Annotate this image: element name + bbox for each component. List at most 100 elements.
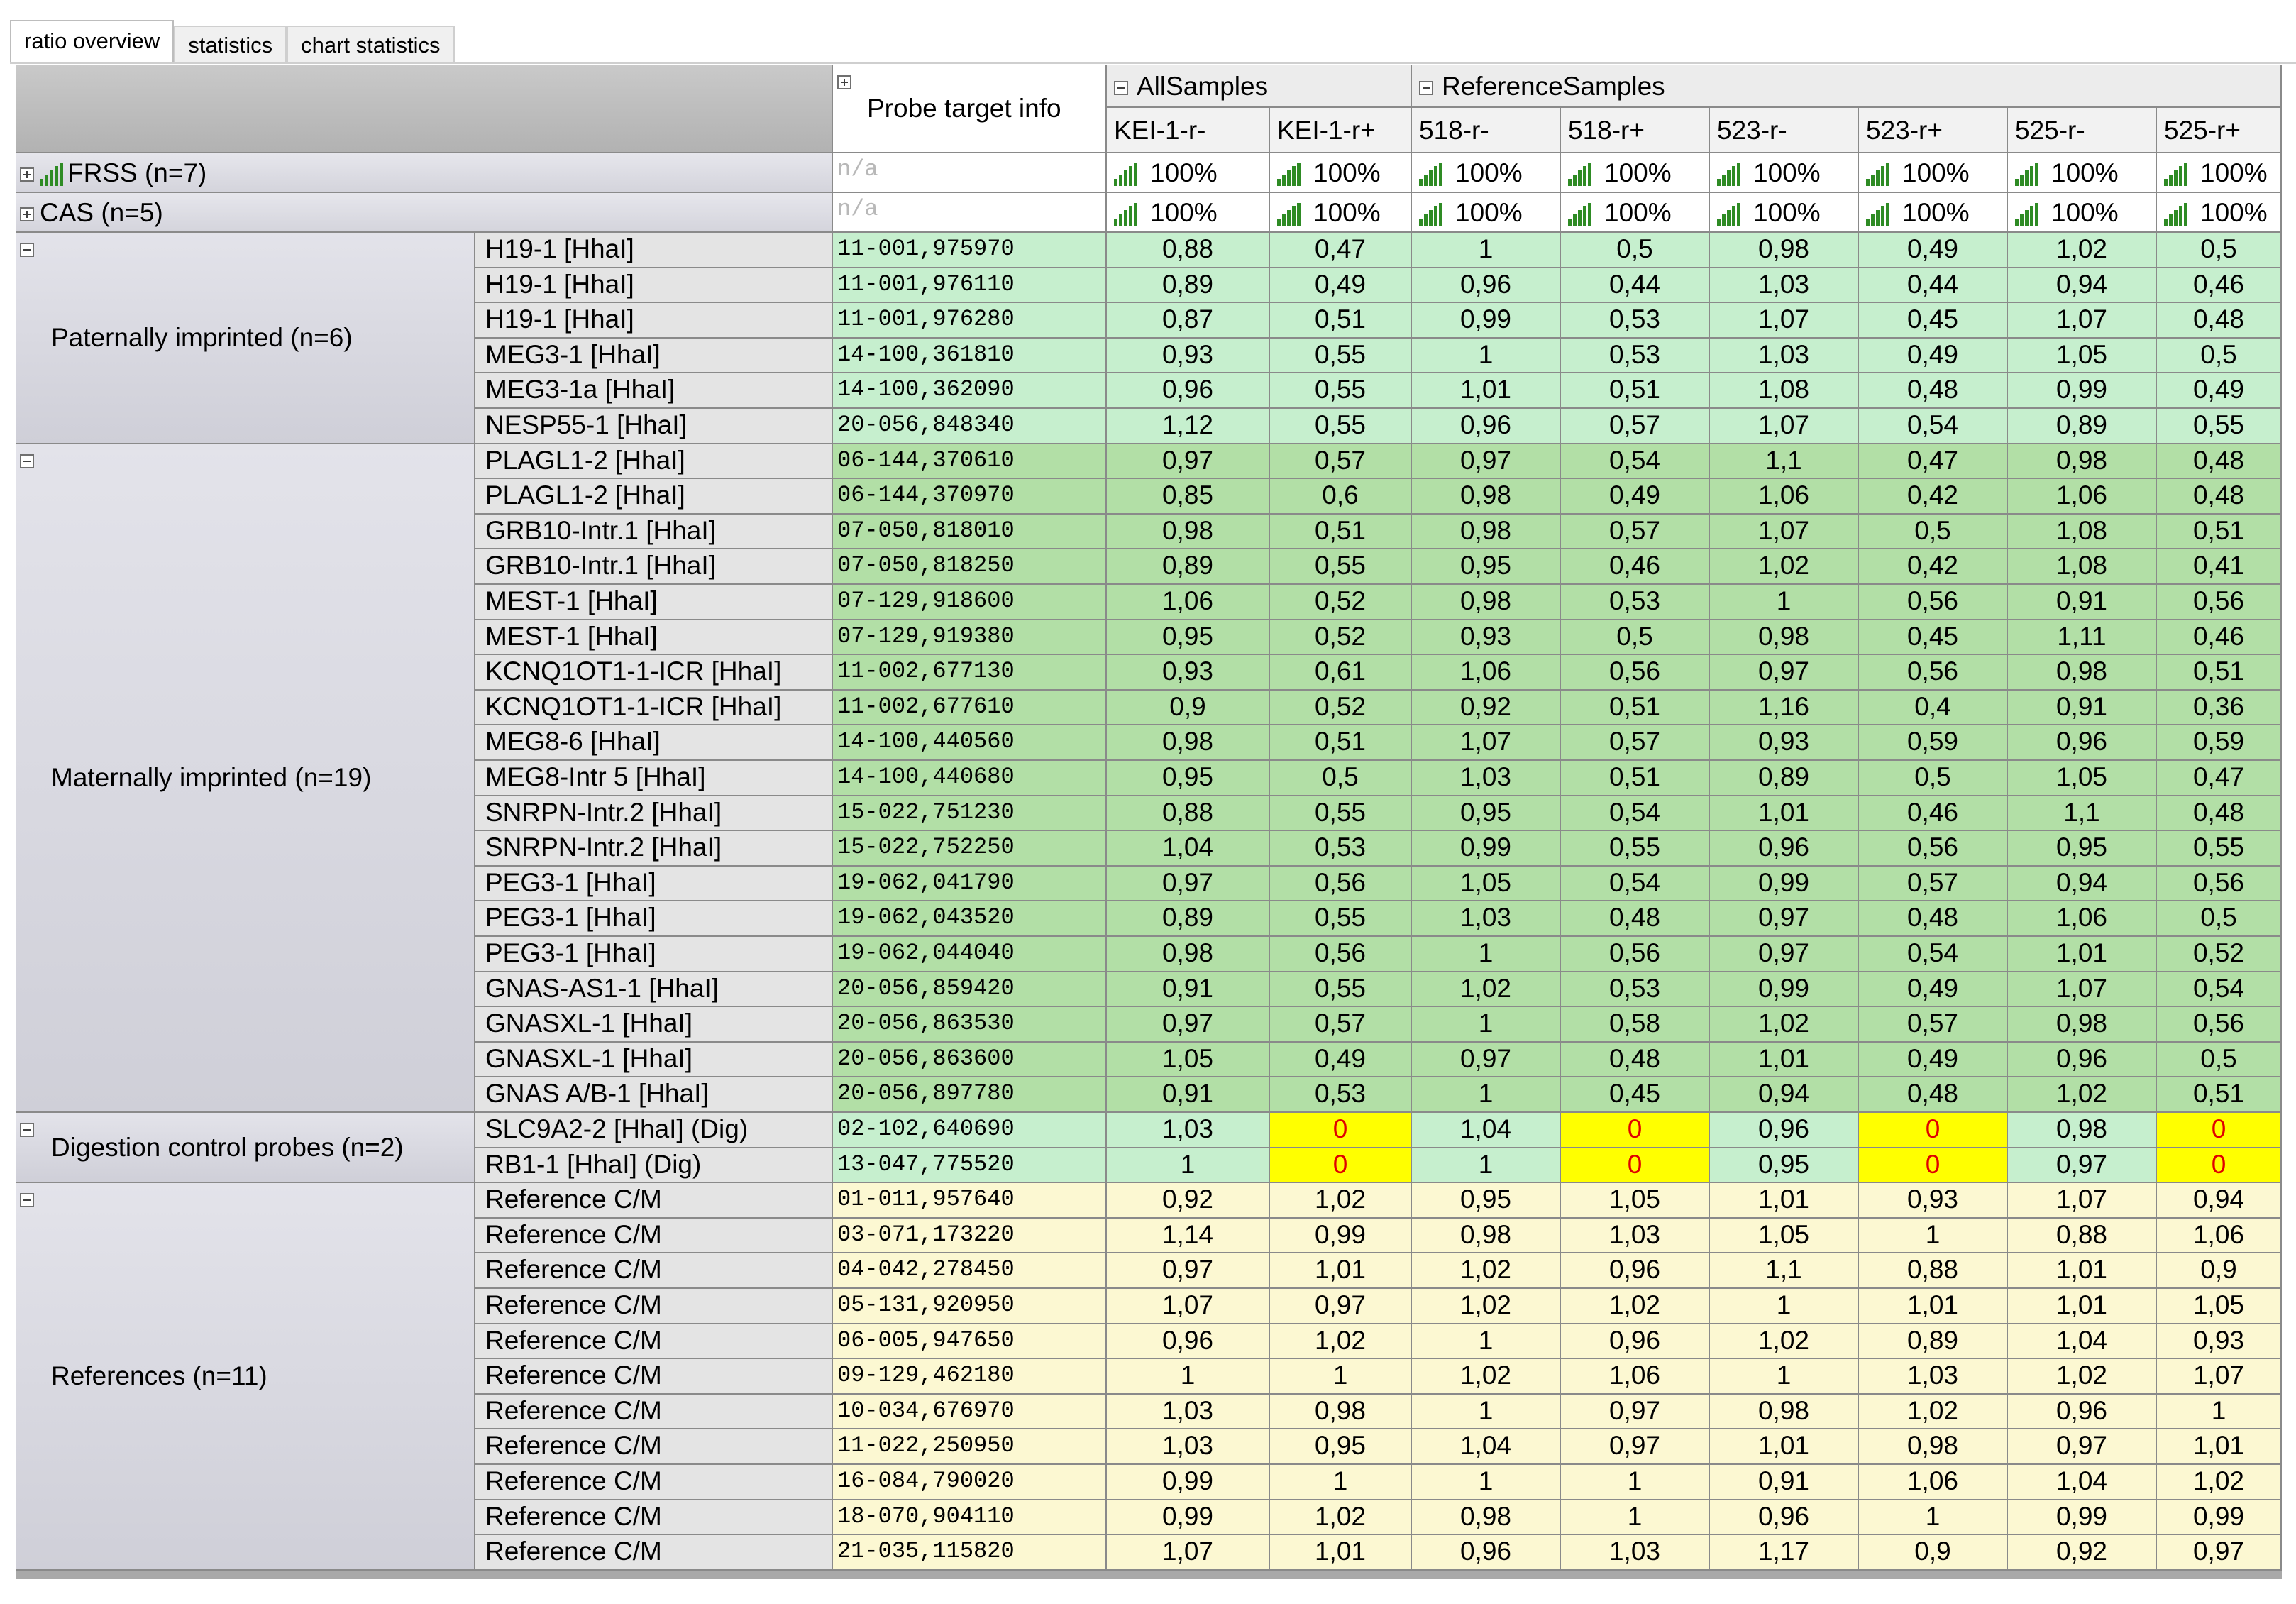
probe-name-cell[interactable]: PEG3-1 [HhaI] [475,866,833,902]
probe-position-cell: 19-062,043520 [833,901,1107,937]
tab-chart-statistics[interactable]: chart statistics [287,26,455,64]
probe-position-cell: 14-100,362090 [833,373,1107,409]
summary-row-label[interactable]: FRSS (n=7) [16,153,833,193]
column-group-1: ReferenceSamples [1412,65,2282,108]
probe-name-cell[interactable]: Reference C/M [475,1394,833,1430]
ratio-value-cell: 1 [1412,1007,1561,1043]
ratio-value-cell: 1 [1561,1465,1710,1500]
ratio-value-cell: 0,98 [1710,620,1859,656]
expand-row-icon[interactable] [20,207,34,222]
probe-name-cell[interactable]: GNASXL-1 [HhaI] [475,1042,833,1078]
probe-name-cell[interactable]: RB1-1 [HhaI] (Dig) [475,1148,833,1184]
probe-position-cell: 14-100,440560 [833,725,1107,761]
probe-target-info-header[interactable]: Probe target info [833,65,1107,153]
column-header-525-r+[interactable]: 525-r+ [2157,108,2282,153]
ratio-value-cell: 1 [1270,1359,1412,1395]
ratio-value-cell: 1 [1107,1148,1270,1184]
ratio-value-cell: 0,94 [2157,1183,2282,1219]
expand-probe-info-icon[interactable] [837,75,851,89]
collapse-group-icon[interactable] [20,1123,34,1137]
probe-name-cell[interactable]: SNRPN-Intr.2 [HhaI] [475,796,833,832]
probe-name-cell[interactable]: PEG3-1 [HhaI] [475,901,833,937]
signal-bars-icon [1114,163,1137,187]
ratio-value-cell: 1,02 [2008,233,2157,268]
probe-name-cell[interactable]: MEG3-1 [HhaI] [475,338,833,374]
summary-value-cell: 100% [1270,153,1412,193]
tab-statistics[interactable]: statistics [174,26,287,64]
probe-name-cell[interactable]: H19-1 [HhaI] [475,268,833,304]
ratio-value-cell: 0,48 [1561,901,1710,937]
probe-name-cell[interactable]: MEG8-6 [HhaI] [475,725,833,761]
ratio-value-cell: 0,45 [1859,303,2008,339]
ratio-value-cell: 1,05 [2008,338,2157,374]
ratio-value-cell: 0,56 [1561,937,1710,972]
column-header-518-r+[interactable]: 518-r+ [1561,108,1710,153]
probe-name-cell[interactable]: GRB10-Intr.1 [HhaI] [475,514,833,550]
probe-name-cell[interactable]: SLC9A2-2 [HhaI] (Dig) [475,1113,833,1148]
summary-row-text: CAS (n=5) [40,198,163,227]
probe-name-cell[interactable]: MEG8-Intr 5 [HhaI] [475,761,833,796]
ratio-value-cell: 1,01 [1710,796,1859,832]
tab-ratio-overview[interactable]: ratio overview [10,20,175,64]
collapse-group-icon[interactable] [20,454,34,468]
percent-value: 100% [2051,198,2119,227]
probe-position-cell: 21-035,115820 [833,1535,1107,1571]
probe-name-cell[interactable]: Reference C/M [475,1183,833,1219]
probe-name-cell[interactable]: KCNQ1OT1-1-ICR [HhaI] [475,690,833,726]
probe-name-cell[interactable]: Reference C/M [475,1253,833,1289]
probe-name-cell[interactable]: GNAS-AS1-1 [HhaI] [475,972,833,1008]
probe-name-cell[interactable]: Reference C/M [475,1535,833,1571]
ratio-value-cell: 1,01 [1412,373,1561,409]
summary-value-cell: 100% [1412,153,1561,193]
expand-row-icon[interactable] [20,167,34,182]
ratio-value-cell: 1,06 [2157,1218,2282,1254]
collapse-group-icon[interactable] [20,243,34,257]
probe-name-cell[interactable]: H19-1 [HhaI] [475,303,833,339]
probe-name-cell[interactable]: MEST-1 [HhaI] [475,585,833,620]
probe-name-cell[interactable]: Reference C/M [475,1500,833,1536]
ratio-value-cell: 0,49 [1270,1042,1412,1078]
probe-name-cell[interactable]: KCNQ1OT1-1-ICR [HhaI] [475,655,833,691]
probe-name-cell[interactable]: PEG3-1 [HhaI] [475,937,833,972]
summary-row-label[interactable]: CAS (n=5) [16,193,833,233]
ratio-value-cell: 1,01 [1710,1042,1859,1078]
probe-name-cell[interactable]: GRB10-Intr.1 [HhaI] [475,549,833,585]
ratio-value-cell: 0,53 [1270,831,1412,867]
probe-name-cell[interactable]: PLAGL1-2 [HhaI] [475,444,833,480]
column-header-523-r+[interactable]: 523-r+ [1859,108,2008,153]
probe-name-cell[interactable]: Reference C/M [475,1465,833,1500]
ratio-value-cell: 0,48 [2157,444,2282,480]
ratio-value-cell: 1 [1561,1500,1710,1536]
collapse-group-icon[interactable] [1419,81,1433,96]
probe-name-cell[interactable]: Reference C/M [475,1218,833,1254]
probe-name-cell[interactable]: H19-1 [HhaI] [475,233,833,268]
probe-name-cell[interactable]: Reference C/M [475,1359,833,1395]
ratio-value-cell: 0,99 [1270,1218,1412,1254]
probe-name-cell[interactable]: PLAGL1-2 [HhaI] [475,479,833,515]
ratio-value-cell: 0,59 [1859,725,2008,761]
ratio-value-cell: 1 [1412,233,1561,268]
collapse-group-icon[interactable] [20,1193,34,1208]
column-header-523-r-[interactable]: 523-r- [1710,108,1859,153]
probe-name-cell[interactable]: Reference C/M [475,1324,833,1360]
column-header-KEI-1-r+[interactable]: KEI-1-r+ [1270,108,1412,153]
probe-name-cell[interactable]: MEG3-1a [HhaI] [475,373,833,409]
probe-name-cell[interactable]: MEST-1 [HhaI] [475,620,833,656]
column-header-525-r-[interactable]: 525-r- [2008,108,2157,153]
collapse-group-icon[interactable] [1114,81,1128,96]
probe-name-cell[interactable]: Reference C/M [475,1289,833,1324]
probe-name-cell[interactable]: SNRPN-Intr.2 [HhaI] [475,831,833,867]
summary-value-cell: 100% [2157,153,2282,193]
probe-name-cell[interactable]: GNAS A/B-1 [HhaI] [475,1077,833,1113]
column-header-518-r-[interactable]: 518-r- [1412,108,1561,153]
probe-position-cell: 18-070,904110 [833,1500,1107,1536]
ratio-value-cell: 0,96 [2008,725,2157,761]
ratio-value-cell: 1,07 [1412,725,1561,761]
ratio-value-cell: 0,88 [2008,1218,2157,1254]
probe-name-cell[interactable]: GNASXL-1 [HhaI] [475,1007,833,1043]
probe-name-cell[interactable]: Reference C/M [475,1429,833,1465]
probe-name-cell[interactable]: NESP55-1 [HhaI] [475,409,833,444]
ratio-value-cell: 0,51 [2157,514,2282,550]
ratio-value-cell: 0,87 [1107,303,1270,339]
column-header-KEI-1-r-[interactable]: KEI-1-r- [1107,108,1270,153]
